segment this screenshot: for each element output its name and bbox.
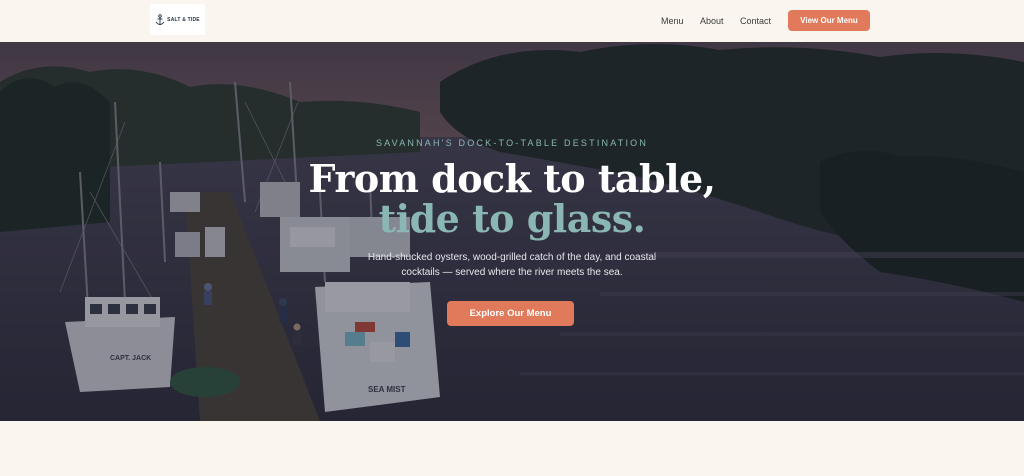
hero-eyebrow: SAVANNAH'S DOCK-TO-TABLE DESTINATION bbox=[375, 138, 649, 148]
site-header: SALT & TIDE Menu About Contact View Our … bbox=[0, 0, 1024, 43]
nav-link-menu[interactable]: Menu bbox=[661, 15, 684, 27]
nav-link-about[interactable]: About bbox=[700, 15, 724, 27]
main-nav: Menu About Contact bbox=[0, 15, 1024, 29]
view-menu-button[interactable]: View Our Menu bbox=[788, 10, 870, 31]
hero-headline-line2: tide to glass. bbox=[378, 196, 646, 241]
explore-menu-button[interactable]: Explore Our Menu bbox=[447, 301, 574, 326]
hero-section: CAPT. JACK SEA MIST SAVANNAH'S DOCK-TO-T… bbox=[0, 42, 1024, 421]
hero-subtext: Hand-shucked oysters, wood-grilled catch… bbox=[367, 252, 657, 278]
nav-link-contact[interactable]: Contact bbox=[740, 15, 771, 27]
